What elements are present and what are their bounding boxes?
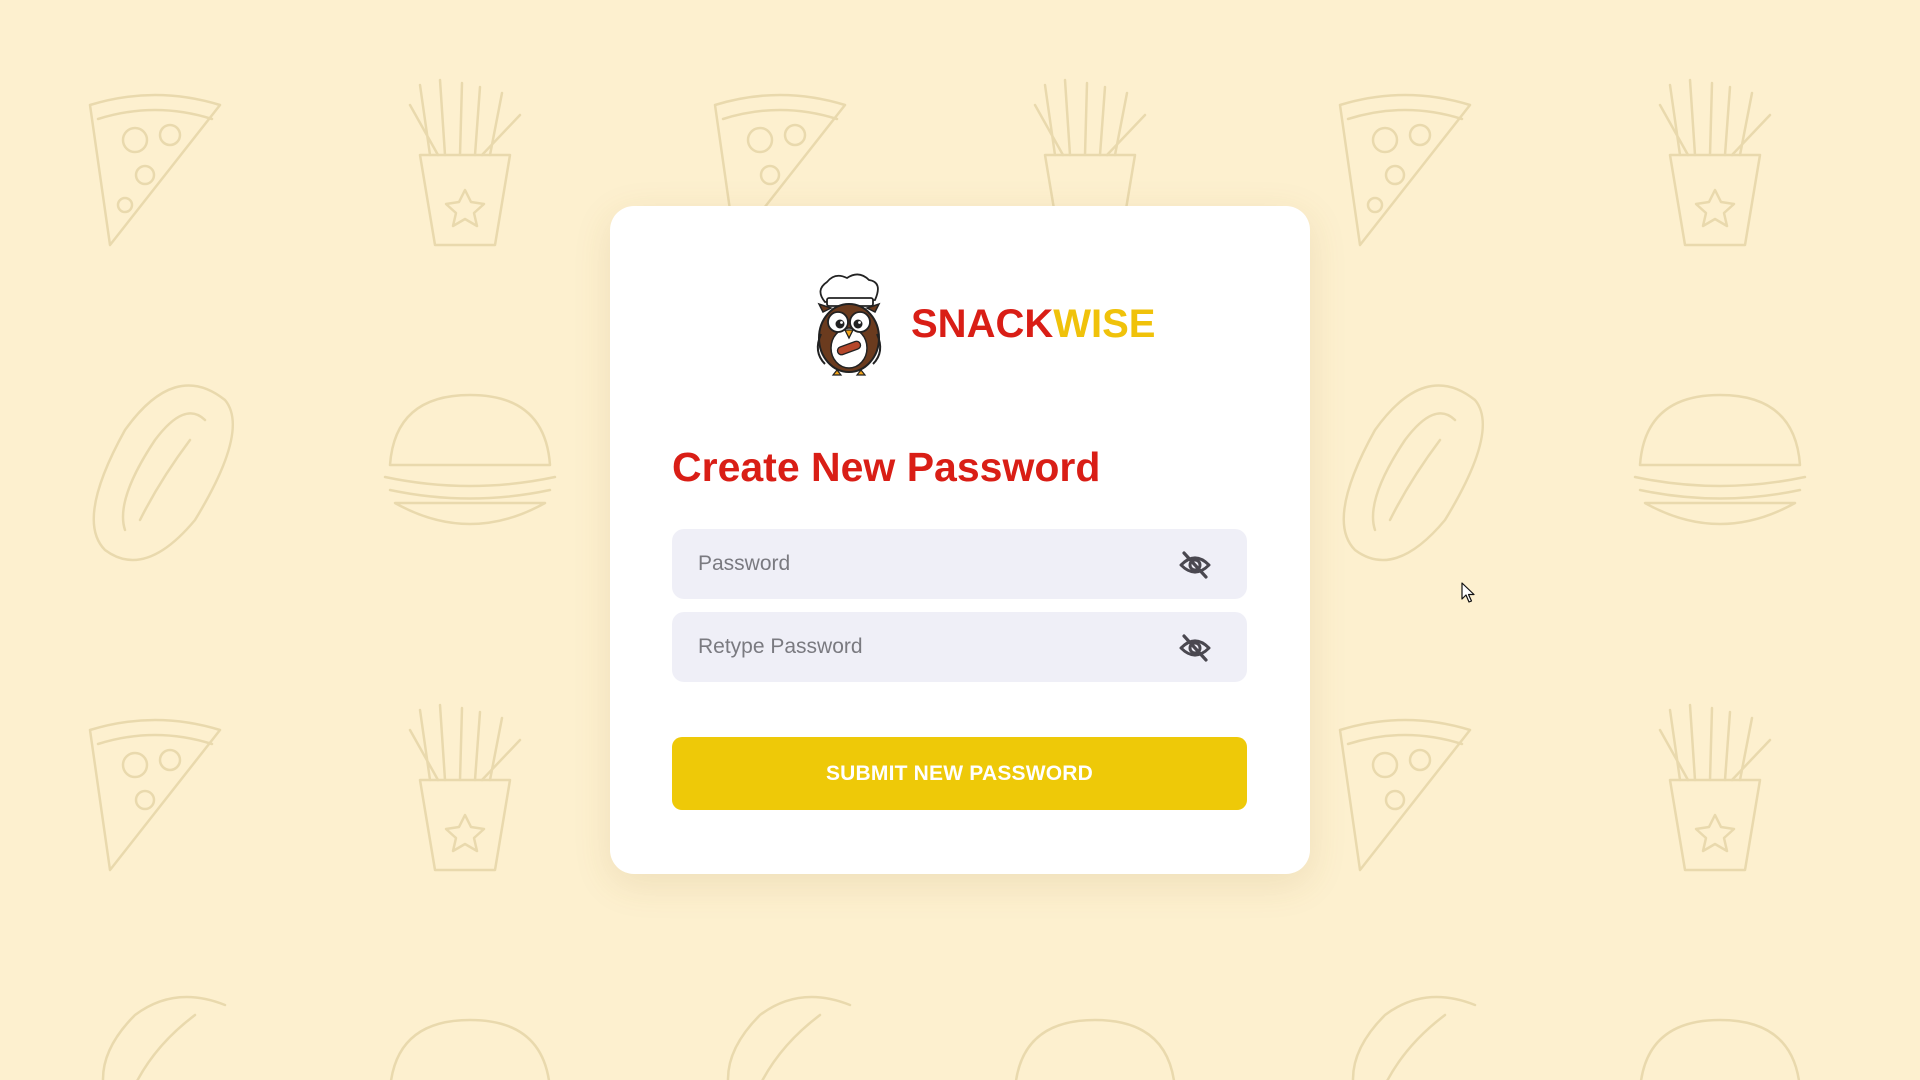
hotdog-icon: [1342, 384, 1485, 562]
eye-slash-icon[interactable]: [1179, 633, 1211, 663]
brand-logo: SNACKWISE: [807, 272, 1155, 376]
brand-name-part2: WISE: [1053, 301, 1156, 346]
fries-icon: [1658, 703, 1772, 872]
pizza-slice-icon: [88, 93, 222, 247]
burger-icon: [383, 393, 557, 526]
brand-name-part1: SNACK: [911, 301, 1054, 346]
pizza-slice-icon: [88, 718, 222, 872]
hotdog-icon: [726, 995, 852, 1080]
submit-new-password-button[interactable]: SUBMIT NEW PASSWORD: [672, 737, 1247, 810]
brand-name: SNACKWISE: [911, 302, 1155, 347]
reset-password-card: SNACKWISE Create New Password SUBMIT NEW…: [610, 206, 1310, 874]
burger-icon: [1014, 1018, 1176, 1080]
page-title: Create New Password: [672, 444, 1101, 490]
burger-icon: [389, 1018, 551, 1080]
burger-icon: [1639, 1018, 1801, 1080]
retype-password-field: [672, 612, 1247, 682]
password-field: [672, 529, 1247, 599]
eye-slash-icon[interactable]: [1179, 550, 1211, 580]
fries-icon: [1658, 78, 1772, 247]
hotdog-icon: [92, 384, 235, 562]
burger-icon: [1633, 393, 1807, 526]
retype-password-input[interactable]: [672, 612, 1247, 682]
hotdog-icon: [1351, 995, 1477, 1080]
hotdog-icon: [101, 995, 227, 1080]
pizza-slice-icon: [1338, 718, 1472, 872]
mouse-cursor-icon: [1461, 582, 1475, 603]
pizza-slice-icon: [1338, 93, 1472, 247]
fries-icon: [408, 703, 522, 872]
fries-icon: [408, 78, 522, 247]
password-input[interactable]: [672, 529, 1247, 599]
chef-owl-icon: [816, 273, 882, 376]
